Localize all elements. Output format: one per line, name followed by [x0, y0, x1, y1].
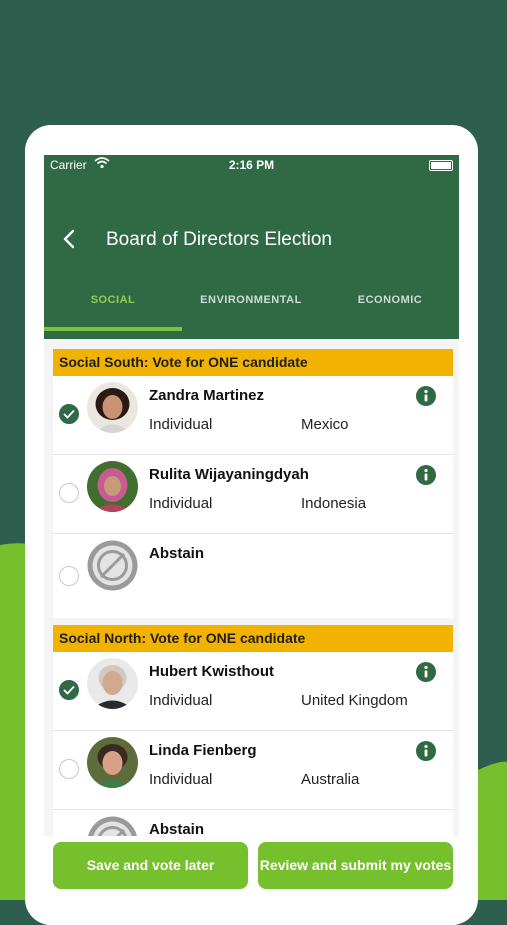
active-tab-indicator	[44, 327, 182, 331]
nav-bar: Board of Directors Election SOCIAL ENVIR…	[44, 177, 459, 339]
status-bar: Carrier 2:16 PM	[44, 155, 459, 177]
candidate-type: Individual	[149, 416, 213, 433]
info-icon[interactable]	[416, 741, 436, 761]
radio-unselected[interactable]	[59, 566, 79, 586]
abstain-icon	[87, 540, 138, 591]
info-icon[interactable]	[416, 662, 436, 682]
candidate-row-abstain[interactable]: Abstain	[53, 534, 453, 618]
candidate-name: Hubert Kwisthout	[149, 663, 274, 680]
avatar	[87, 737, 138, 788]
candidate-country: United Kingdom	[301, 692, 408, 709]
candidate-name: Linda Fienberg	[149, 742, 257, 759]
back-chevron-icon[interactable]	[60, 227, 80, 251]
section-header: Social South: Vote for ONE candidate	[53, 349, 453, 376]
bottom-action-bar: Save and vote later Review and submit my…	[44, 836, 459, 925]
info-icon[interactable]	[416, 465, 436, 485]
candidate-name: Zandra Martinez	[149, 387, 265, 404]
tab-environmental[interactable]: ENVIRONMENTAL	[182, 287, 320, 331]
candidate-name: Rulita Wijayaningdyah	[149, 466, 309, 483]
candidate-country: Indonesia	[301, 495, 367, 512]
device-frame: Carrier 2:16 PM Board of Directors Elect…	[25, 125, 478, 925]
radio-unselected[interactable]	[59, 483, 79, 503]
tab-economic[interactable]: ECONOMIC	[321, 287, 459, 331]
radio-unselected[interactable]	[59, 759, 79, 779]
candidate-row[interactable]: Linda Fienberg Individual Australia	[53, 731, 453, 810]
tab-bar: SOCIAL ENVIRONMENTAL ECONOMIC	[44, 287, 459, 331]
app-screen: Carrier 2:16 PM Board of Directors Elect…	[44, 155, 459, 925]
page-title: Board of Directors Election	[106, 229, 332, 250]
candidate-row[interactable]: Hubert Kwisthout Individual United Kingd…	[53, 652, 453, 731]
checkmark-icon	[63, 409, 75, 419]
review-and-submit-button[interactable]: Review and submit my votes	[258, 842, 453, 889]
info-icon[interactable]	[416, 386, 436, 406]
save-and-vote-later-button[interactable]: Save and vote later	[53, 842, 248, 889]
candidate-row[interactable]: Zandra Martinez Individual Mexico	[53, 376, 453, 455]
radio-selected[interactable]	[59, 680, 79, 700]
avatar	[87, 382, 138, 433]
radio-selected[interactable]	[59, 404, 79, 424]
status-time: 2:16 PM	[228, 158, 275, 172]
candidate-country: Australia	[301, 771, 360, 788]
candidate-type: Individual	[149, 692, 213, 709]
candidate-type: Individual	[149, 771, 213, 788]
section-social-south: Social South: Vote for ONE candidate Zan…	[53, 349, 453, 618]
checkmark-icon	[63, 685, 75, 695]
battery-icon	[429, 160, 453, 171]
avatar	[87, 461, 138, 512]
candidate-country: Mexico	[301, 416, 349, 433]
section-header: Social North: Vote for ONE candidate	[53, 625, 453, 652]
avatar	[87, 658, 138, 709]
tab-social[interactable]: SOCIAL	[44, 287, 182, 331]
candidate-name: Abstain	[149, 545, 205, 562]
candidate-type: Individual	[149, 495, 213, 512]
candidate-row[interactable]: Rulita Wijayaningdyah Individual Indones…	[53, 455, 453, 534]
